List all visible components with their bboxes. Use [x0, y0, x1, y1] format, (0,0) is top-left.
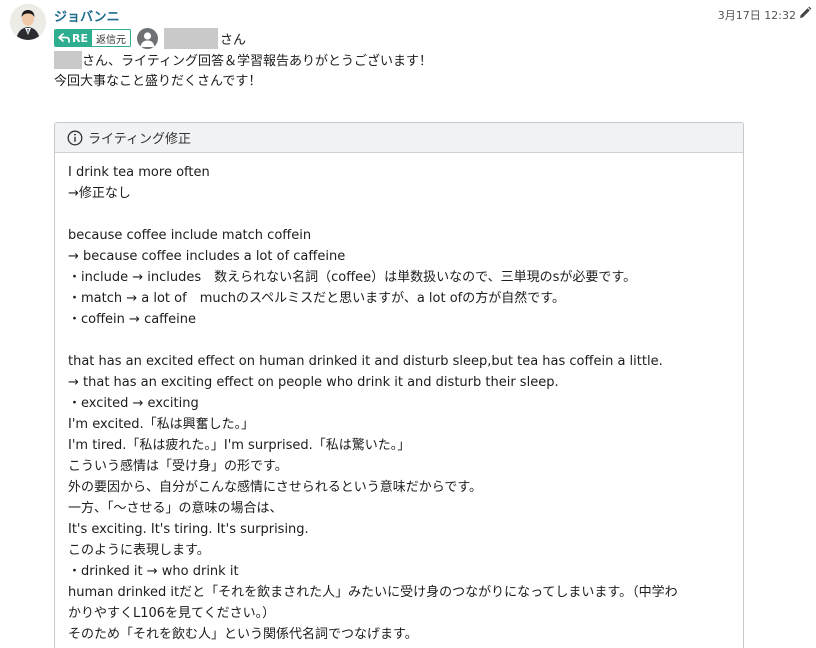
redacted-name	[54, 51, 82, 69]
reply-arrow-icon	[58, 33, 70, 43]
card-line: このように表現します。	[68, 543, 210, 558]
card-header: ライティング修正	[55, 123, 743, 153]
sender-avatar[interactable]	[10, 4, 46, 40]
sender-name[interactable]: ジョバンニ	[54, 6, 120, 25]
card-line: → because coffee includes a lot of caffe…	[68, 249, 346, 264]
recipient-honorific: さん	[219, 32, 246, 48]
card-line: →修正なし	[68, 186, 131, 201]
reply-badge-label: RE	[72, 31, 88, 45]
writing-correction-card: ライティング修正 I drink tea more often →修正なし beca…	[54, 122, 744, 648]
card-line	[68, 330, 731, 351]
card-line: かりやすくL106を見てください。）	[68, 606, 276, 621]
card-line: I'm excited.「私は興奮した。」	[68, 417, 255, 432]
card-title: ライティング修正	[88, 132, 191, 147]
reply-source-label: 返信元	[91, 30, 130, 46]
card-line: 一方、「〜させる」の意味の場合は、	[68, 501, 283, 516]
card-line: because coffee include match coffein	[68, 228, 312, 243]
card-body: I drink tea more often →修正なし because coffe…	[55, 153, 743, 645]
card-line: ・match → a lot of muchのスペルミスだと思いますが、a lo…	[68, 291, 565, 306]
card-line: I drink tea more often	[68, 165, 210, 180]
card-line: human drinked itだと「それを飲まされた人」みたいに受け身のつなが…	[68, 585, 678, 600]
card-line: こういう感情は「受け身」の形です。	[68, 459, 288, 474]
card-line: そのため「それを飲む人」という関係代名詞でつなげます。	[68, 627, 418, 642]
reply-badge[interactable]: RE 返信元	[54, 29, 131, 47]
info-icon	[67, 130, 83, 145]
card-line	[68, 204, 731, 225]
card-line: ・include → includes 数えられない名詞（coffee）は単数扱…	[68, 270, 637, 285]
reply-reference: RE 返信元 さん	[54, 27, 246, 49]
pencil-icon[interactable]	[798, 6, 812, 20]
message-timestamp: 3月17日 12:32	[717, 9, 796, 22]
user-icon	[136, 27, 158, 49]
card-line: that has an excited effect on human drin…	[68, 354, 663, 369]
card-line: ・excited → exciting	[68, 396, 199, 411]
card-line: It's exciting. It's tiring. It's surpris…	[68, 522, 309, 537]
card-line: ・drinked it → who drink it	[68, 564, 239, 579]
card-line: I'm tired.「私は疲れた。」I'm surprised.「私は驚いた。」	[68, 438, 411, 453]
card-line: ・coffein → caffeine	[68, 312, 196, 327]
card-line: → that has an exciting effect on people …	[68, 375, 559, 390]
message-line: 今回大事なこと盛りだくさんです！	[54, 74, 262, 89]
message-greeting: さん、ライティング回答＆学習報告ありがとうございます！	[54, 51, 432, 72]
card-line: 外の要因から、自分がこんな感情にさせられるという意味だからです。	[68, 480, 483, 495]
redacted-recipient-name	[163, 27, 218, 49]
